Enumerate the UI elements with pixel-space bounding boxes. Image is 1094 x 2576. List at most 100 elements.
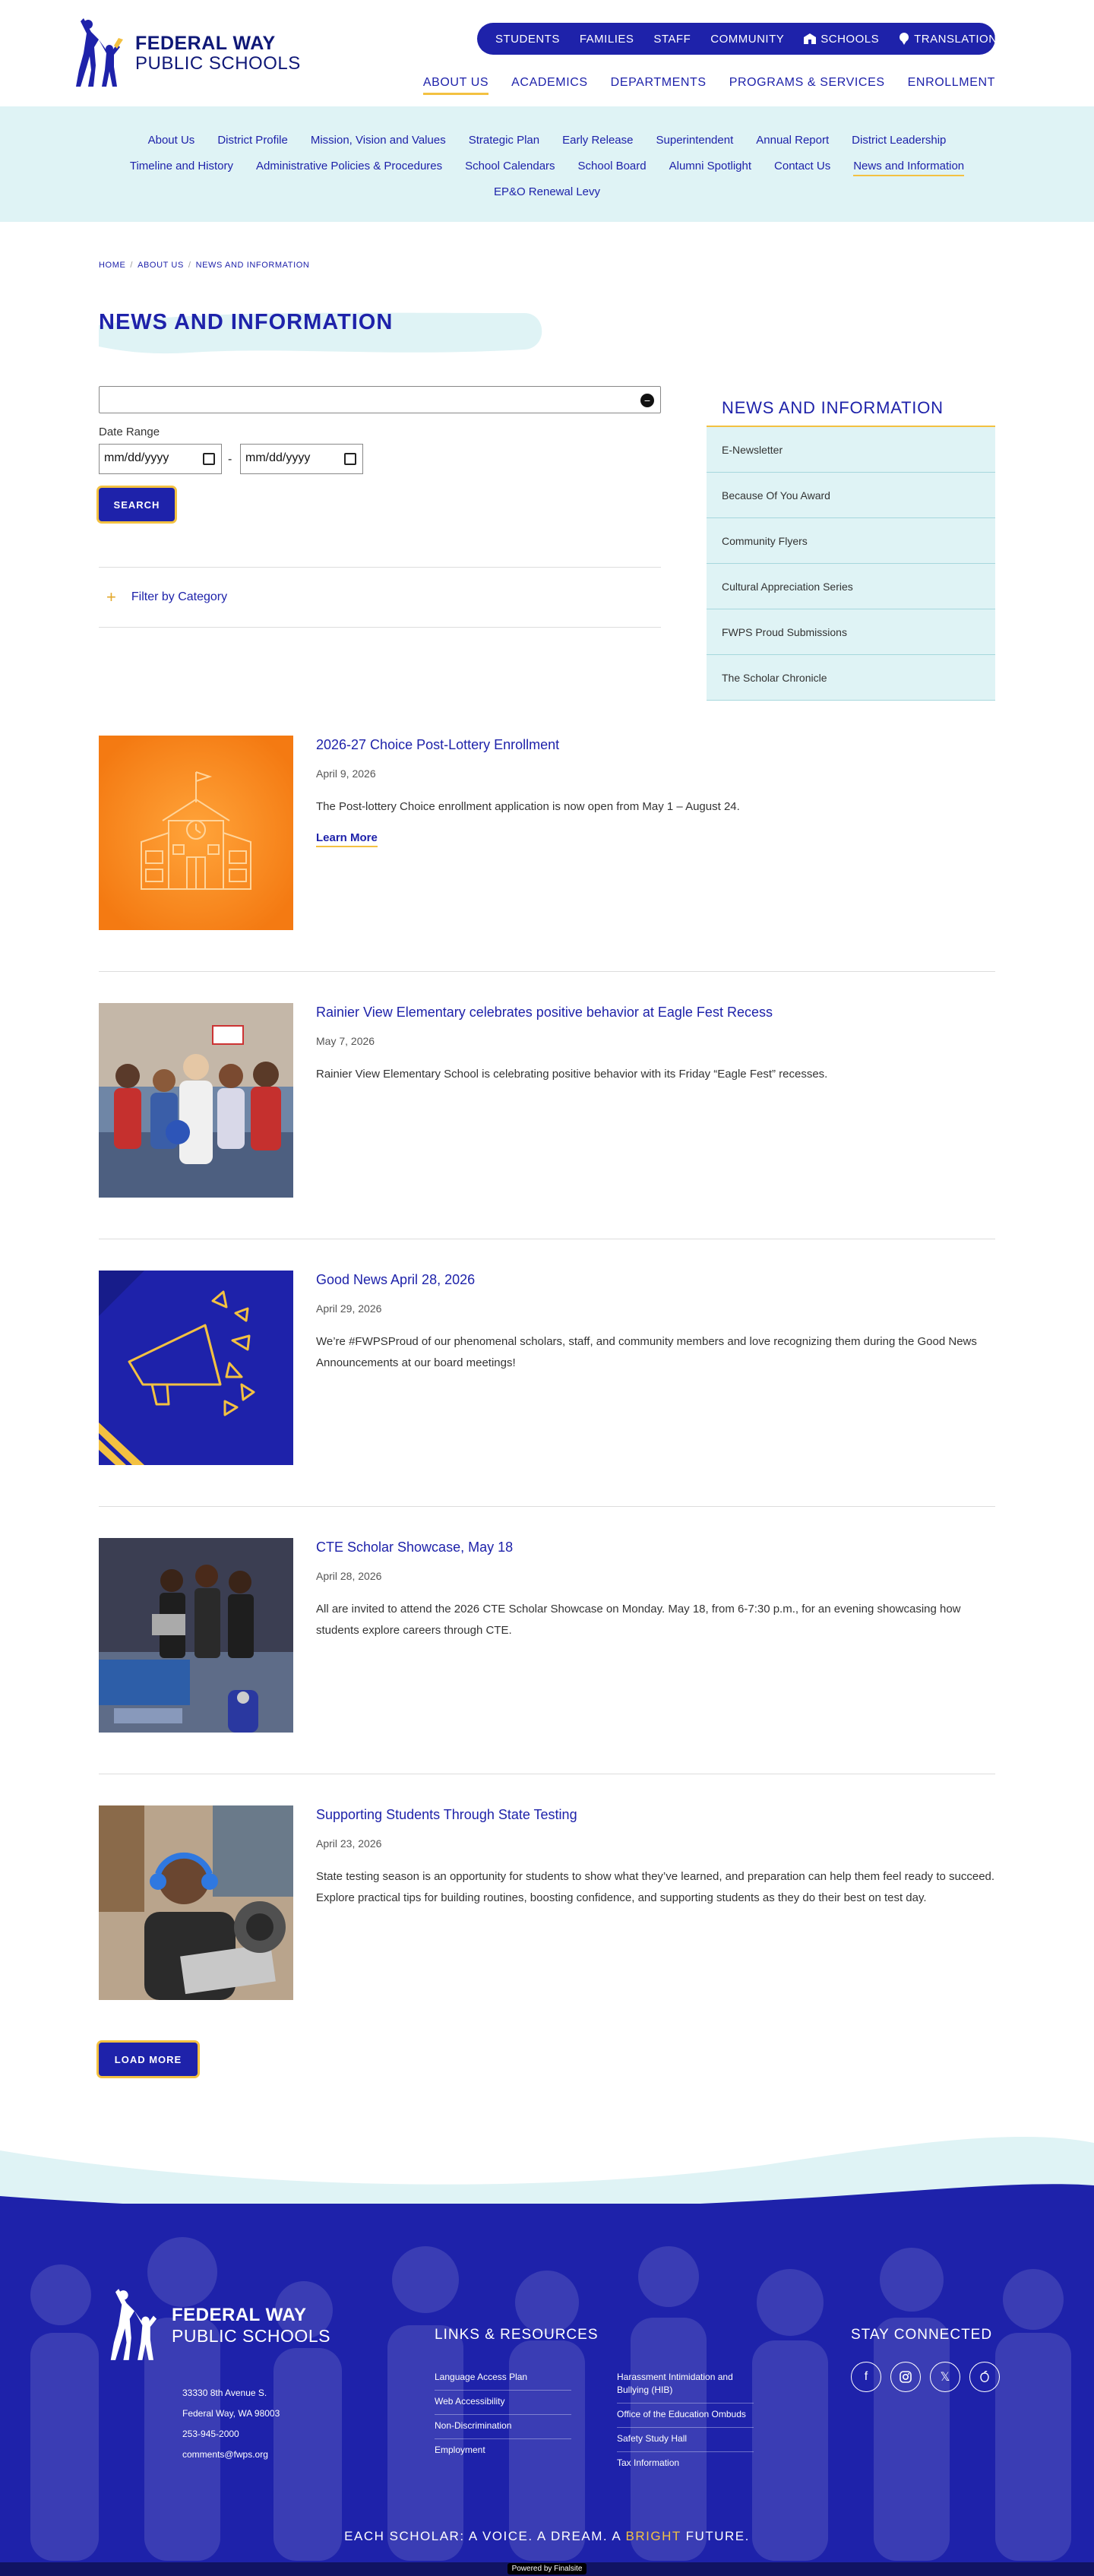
sidebar-item[interactable]: The Scholar Chronicle	[707, 655, 995, 701]
news-thumbnail[interactable]	[99, 1538, 293, 1733]
search-icon[interactable]	[1017, 32, 1031, 46]
news-thumbnail[interactable]	[99, 1271, 293, 1465]
subnav-item[interactable]: Annual Report	[756, 134, 829, 147]
sidebar-item[interactable]: Community Flyers	[707, 518, 995, 564]
utility-nav: STUDENTS FAMILIES STAFF COMMUNITY SCHOOL…	[477, 23, 1030, 55]
footer-link[interactable]: Employment	[435, 2439, 571, 2463]
search-button[interactable]: SEARCH	[99, 488, 175, 521]
subnav-item[interactable]: Timeline and History	[130, 160, 233, 176]
learn-more-link[interactable]: Learn More	[316, 831, 378, 847]
main-nav: ABOUT US ACADEMICS DEPARTMENTS PROGRAMS …	[422, 76, 995, 95]
powered-by-bar: Powered by Finalsite	[0, 2562, 1094, 2576]
news-thumbnail[interactable]	[99, 736, 293, 930]
mainnav-departments[interactable]: DEPARTMENTS	[611, 76, 707, 95]
subnav-item[interactable]: Contact Us	[774, 160, 830, 176]
utility-students[interactable]: STUDENTS	[495, 33, 560, 46]
load-more-button[interactable]: LOAD MORE	[99, 2043, 198, 2076]
news-thumbnail[interactable]	[99, 1003, 293, 1198]
stay-connected-heading: STAY CONNECTED	[851, 2327, 993, 2343]
utility-families[interactable]: FAMILIES	[580, 33, 634, 46]
news-title[interactable]: Supporting Students Through State Testin…	[316, 1807, 577, 1823]
calendar-icon[interactable]	[344, 453, 356, 465]
sidebar-item[interactable]: E-Newsletter	[707, 427, 995, 473]
students-photo	[99, 1003, 293, 1198]
subnav-item[interactable]: Alumni Spotlight	[669, 160, 751, 176]
subnav-item[interactable]: Mission, Vision and Values	[311, 134, 446, 147]
footer-links-col2: Harassment Intimidation and Bullying (HI…	[617, 2366, 754, 2476]
footer-address-line2: Federal Way, WA 98003	[182, 2408, 280, 2419]
utility-community[interactable]: COMMUNITY	[710, 33, 784, 46]
subnav-item[interactable]: About Us	[148, 134, 195, 147]
mainnav-programs-services[interactable]: PROGRAMS & SERVICES	[729, 76, 885, 95]
news-item: 2026-27 Choice Post-Lottery Enrollment A…	[99, 736, 995, 930]
footer-link[interactable]: Tax Information	[617, 2452, 754, 2476]
globe-pin-icon	[900, 33, 909, 45]
subnav-item[interactable]: School Board	[578, 160, 647, 176]
page-title-block: NEWS AND INFORMATION	[99, 302, 542, 363]
subnav-item[interactable]: District Leadership	[852, 134, 946, 147]
student-testing-photo	[99, 1805, 293, 2000]
footer-link[interactable]: Office of the Education Ombuds	[617, 2404, 754, 2428]
subnav-item[interactable]: District Profile	[217, 134, 288, 147]
breadcrumb-about-us[interactable]: ABOUT US	[138, 261, 184, 270]
footer-tagline: EACH SCHOLAR: A VOICE. A DREAM. A BRIGHT…	[344, 2529, 750, 2543]
utility-staff[interactable]: STAFF	[653, 33, 691, 46]
news-title[interactable]: 2026-27 Choice Post-Lottery Enrollment	[316, 737, 559, 753]
peachjar-icon[interactable]	[969, 2362, 1000, 2392]
calendar-icon[interactable]	[203, 453, 215, 465]
instagram-icon[interactable]	[890, 2362, 921, 2392]
social-links: f 𝕏	[851, 2362, 1000, 2392]
subnav-item[interactable]: Superintendent	[656, 134, 734, 147]
subnav-item[interactable]: Administrative Policies & Procedures	[256, 160, 442, 176]
news-excerpt: Rainier View Elementary School is celebr…	[316, 1068, 828, 1081]
end-date-field[interactable]: mm/dd/yyyy	[240, 444, 363, 474]
footer-address-line1: 33330 8th Avenue S.	[182, 2388, 267, 2398]
news-thumbnail[interactable]	[99, 1805, 293, 2000]
search-input[interactable]: −	[99, 386, 661, 413]
footer-phone[interactable]: 253-945-2000	[182, 2424, 280, 2445]
footer-link[interactable]: Web Accessibility	[435, 2391, 571, 2415]
logo-line2: PUBLIC SCHOOLS	[135, 52, 301, 74]
sidebar-item[interactable]: Because Of You Award	[707, 473, 995, 518]
footer-link[interactable]: Non-Discrimination	[435, 2415, 571, 2439]
news-date: April 28, 2026	[316, 1570, 382, 1582]
sidebar-item[interactable]: FWPS Proud Submissions	[707, 609, 995, 655]
footer-link[interactable]: Safety Study Hall	[617, 2428, 754, 2452]
sidebar-item[interactable]: Cultural Appreciation Series	[707, 564, 995, 609]
translation-button[interactable]: TRANSLATION	[899, 33, 997, 46]
mainnav-about-us[interactable]: ABOUT US	[422, 76, 489, 95]
schools-button[interactable]: SCHOOLS	[804, 33, 879, 46]
news-title[interactable]: CTE Scholar Showcase, May 18	[316, 1540, 513, 1555]
subnav-item-news-active[interactable]: News and Information	[853, 160, 965, 176]
footer-link[interactable]: Language Access Plan	[435, 2366, 571, 2391]
news-date: May 7, 2026	[316, 1035, 375, 1047]
breadcrumb: HOME / ABOUT US / NEWS AND INFORMATION	[99, 261, 310, 270]
page-title: NEWS AND INFORMATION	[99, 310, 394, 334]
subnav-item[interactable]: Early Release	[562, 134, 633, 147]
mainnav-enrollment[interactable]: ENROLLMENT	[908, 76, 995, 95]
mainnav-academics[interactable]: ACADEMICS	[511, 76, 588, 95]
breadcrumb-home[interactable]: HOME	[99, 261, 125, 270]
cte-students-photo	[99, 1538, 293, 1733]
news-divider	[99, 1506, 995, 1507]
footer-logo[interactable]: FEDERAL WAY PUBLIC SCHOOLS	[106, 2287, 330, 2363]
subnav-item[interactable]: School Calendars	[465, 160, 555, 176]
news-excerpt: All are invited to attend the 2026 CTE S…	[316, 1603, 961, 1637]
start-date-field[interactable]: mm/dd/yyyy	[99, 444, 222, 474]
news-date: April 9, 2026	[316, 767, 376, 780]
footer-email[interactable]: comments@fwps.org	[182, 2445, 280, 2465]
news-title[interactable]: Rainier View Elementary celebrates posit…	[316, 1005, 773, 1021]
powered-by-finalsite[interactable]: Powered by Finalsite	[507, 2563, 587, 2574]
logo-figures-icon	[76, 18, 123, 87]
news-item: CTE Scholar Showcase, May 18 April 28, 2…	[99, 1538, 995, 1733]
filter-by-category-toggle[interactable]: + Filter by Category	[99, 567, 661, 628]
x-twitter-icon[interactable]: 𝕏	[930, 2362, 960, 2392]
subnav-item[interactable]: EP&O Renewal Levy	[494, 185, 600, 198]
footer-link[interactable]: Harassment Intimidation and Bullying (HI…	[617, 2366, 754, 2404]
district-logo[interactable]: FEDERAL WAY PUBLIC SCHOOLS	[73, 17, 301, 90]
subnav-item[interactable]: Strategic Plan	[469, 134, 539, 147]
date-range-label: Date Range	[99, 426, 160, 438]
clear-search-icon[interactable]: −	[640, 394, 654, 407]
news-title[interactable]: Good News April 28, 2026	[316, 1272, 475, 1288]
facebook-icon[interactable]: f	[851, 2362, 881, 2392]
